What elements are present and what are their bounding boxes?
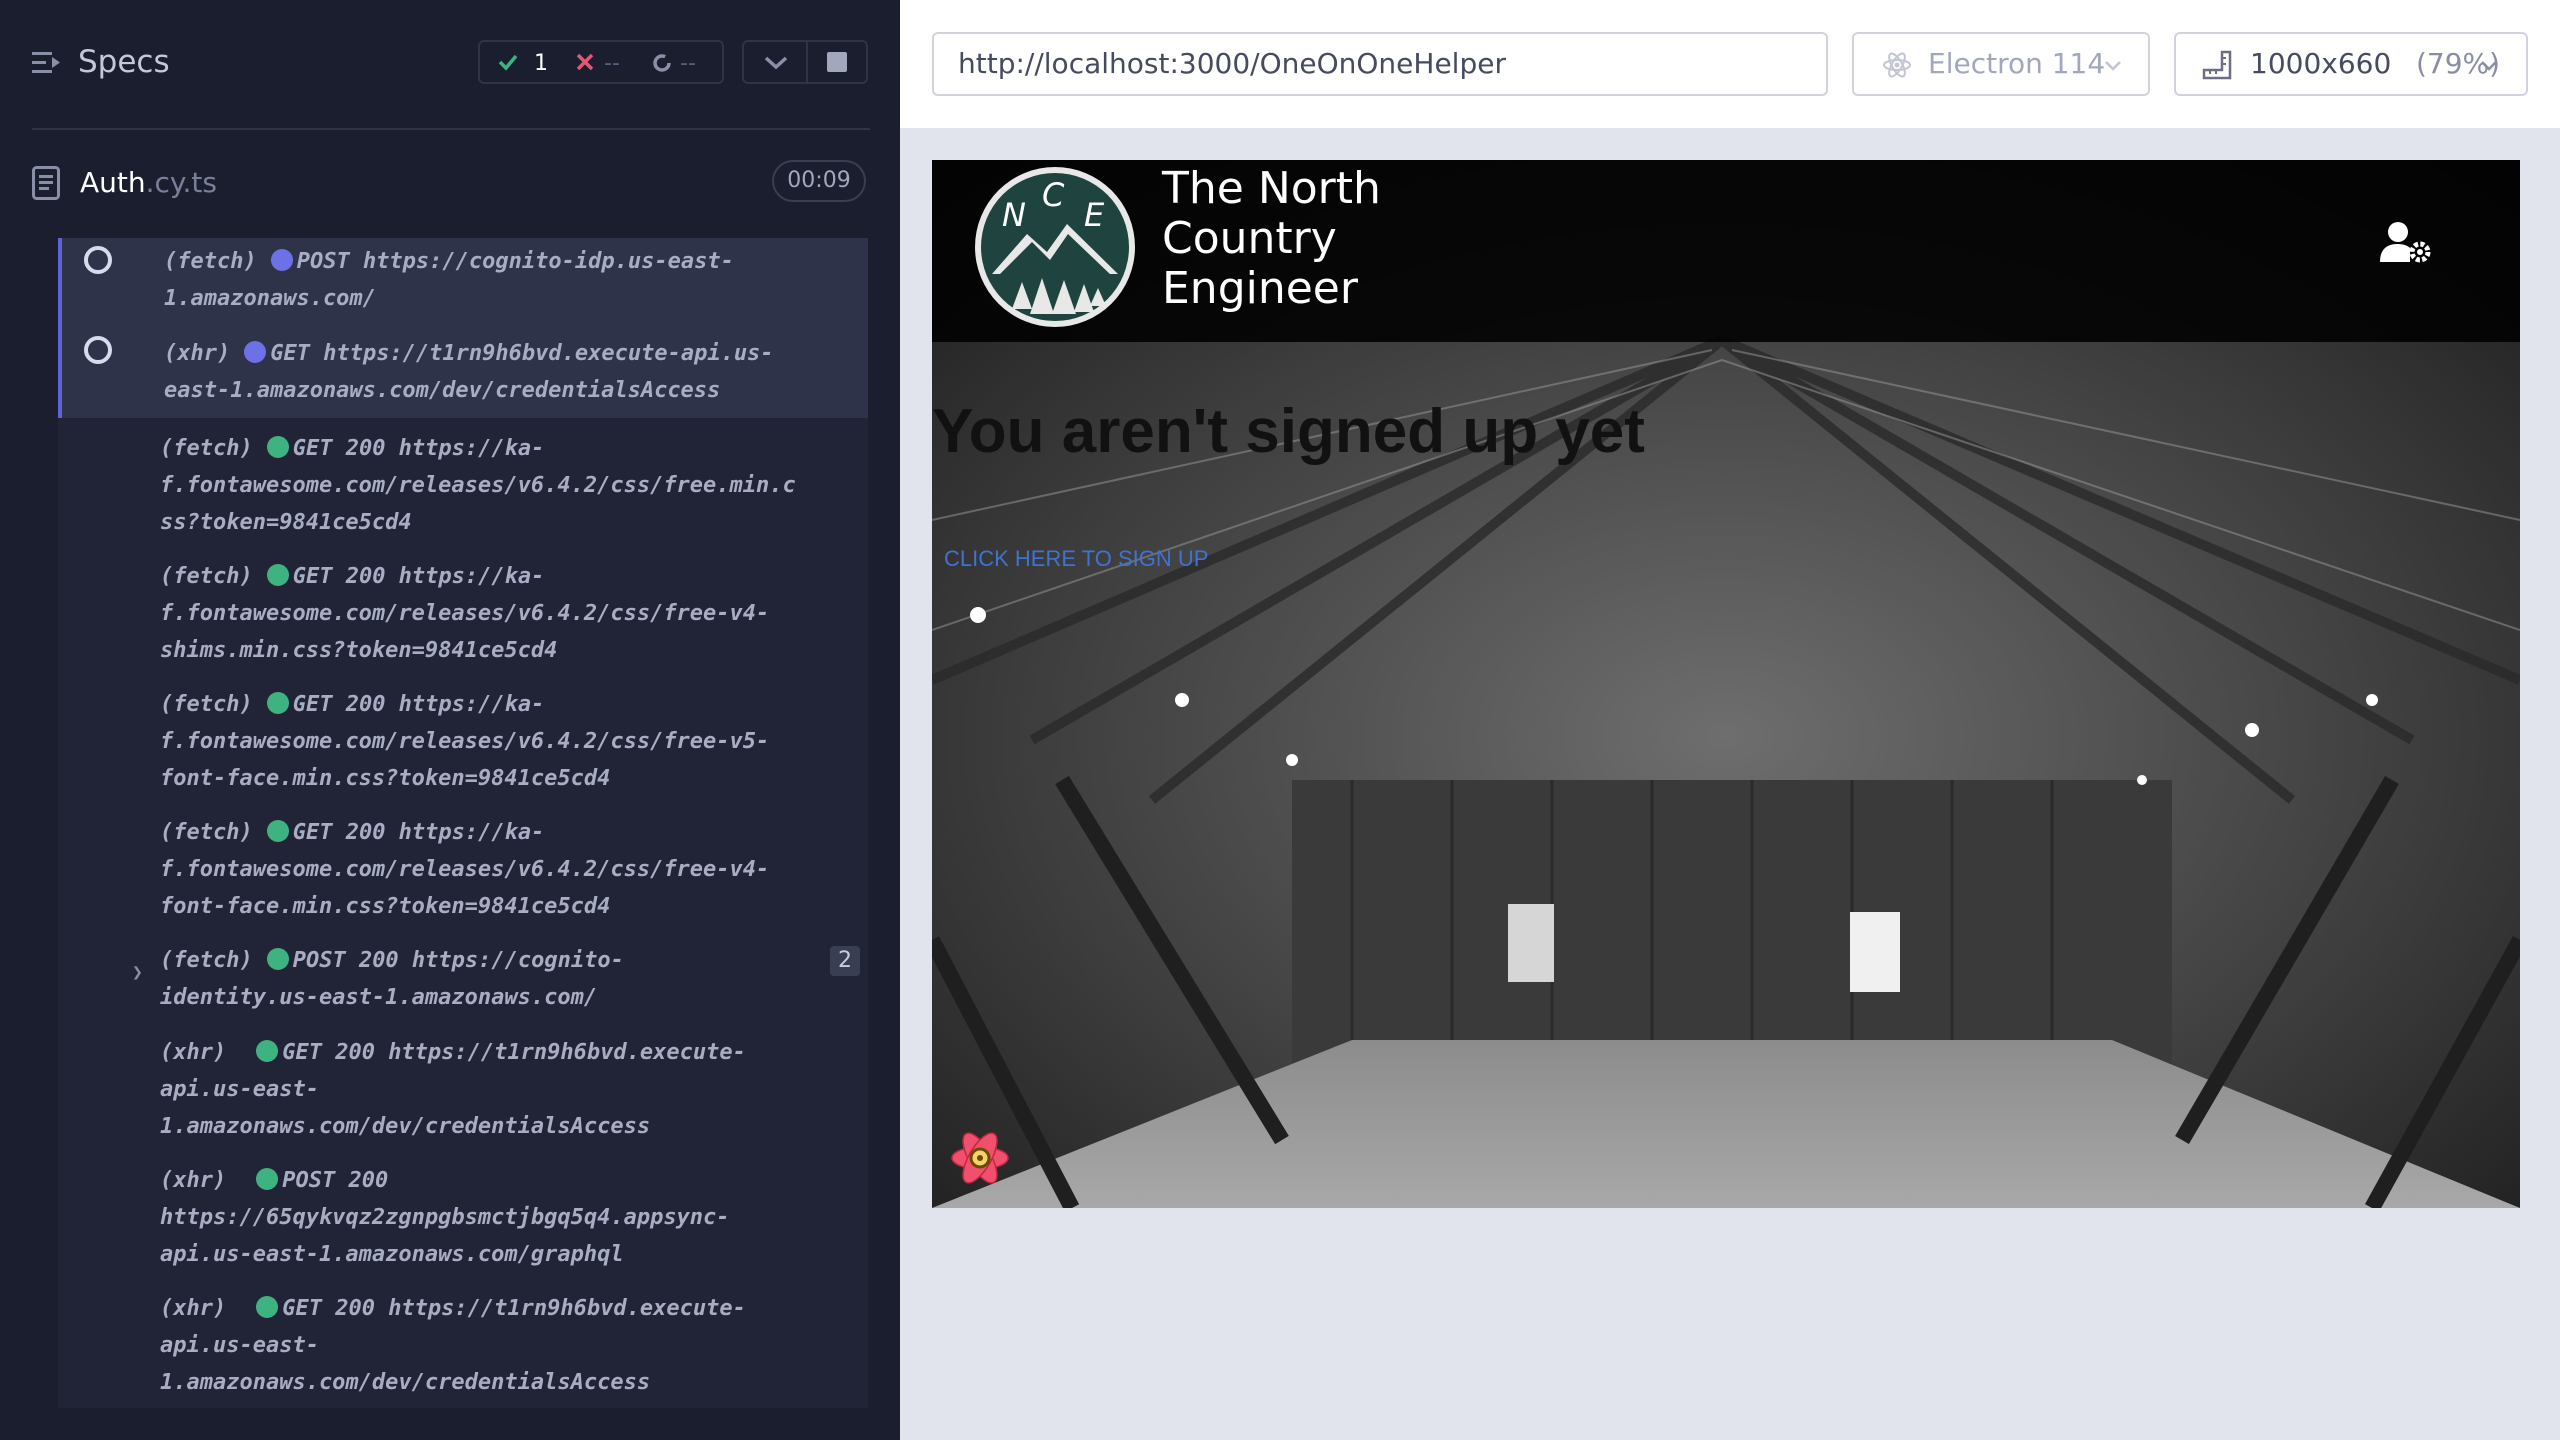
- x-icon: [576, 53, 594, 71]
- status-dot: [244, 341, 267, 363]
- status-dot: [256, 1296, 279, 1318]
- spec-duration: 00:09: [772, 160, 866, 202]
- logo-letter: C: [1042, 176, 1065, 214]
- command-row[interactable]: (xhr) GET 200 https://t1rn9h6bvd.execute-…: [58, 1034, 868, 1145]
- test-stats: 1 -- --: [478, 40, 724, 84]
- specs-title[interactable]: Specs: [78, 44, 170, 80]
- auto-scroll-button[interactable]: [742, 40, 808, 84]
- logo-letter: N: [1002, 196, 1026, 234]
- chevron-down-icon: [2481, 61, 2497, 71]
- chevron-down-icon: [2105, 61, 2121, 71]
- browser-name: Electron 114: [1928, 47, 2106, 80]
- specs-header: Specs 1 -- --: [0, 0, 900, 130]
- url-bar[interactable]: http://localhost:3000/OneOnOneHelper: [932, 32, 1828, 96]
- spinner-icon: [84, 336, 112, 364]
- ruler-icon: [2202, 50, 2232, 80]
- stop-button[interactable]: [806, 40, 868, 84]
- spec-file-name: Auth.cy.ts: [80, 166, 217, 199]
- react-icon[interactable]: [948, 1126, 1012, 1190]
- spec-row[interactable]: Auth.cy.ts 00:09: [0, 150, 900, 216]
- command-log: (fetch) POST https://cognito-idp.us-east-…: [58, 238, 868, 1408]
- status-dot: [266, 692, 289, 714]
- failed-count: --: [604, 51, 620, 76]
- site-header: N C E The North Country Engineer: [932, 160, 2520, 342]
- chevron-right-icon[interactable]: ❯: [132, 954, 143, 991]
- site-title: The North Country Engineer: [1162, 163, 1381, 314]
- status-dot: [270, 249, 293, 271]
- user-gear-icon[interactable]: [2380, 220, 2432, 264]
- pending-count: --: [680, 51, 696, 76]
- command-row[interactable]: (xhr) GET 200 https://t1rn9h6bvd.execute-…: [58, 1290, 868, 1401]
- page-heading: You aren't signed up yet: [932, 397, 1645, 466]
- status-dot: [266, 948, 289, 970]
- stop-icon: [827, 52, 847, 72]
- command-row[interactable]: (fetch) GET 200 https://ka- f.fontawesome…: [58, 686, 868, 797]
- command-row[interactable]: (fetch) POST https://cognito-idp.us-east-…: [58, 238, 868, 322]
- document-icon: [32, 166, 60, 200]
- check-icon: [498, 54, 518, 71]
- nce-logo[interactable]: N C E: [972, 164, 1138, 330]
- app-under-test: N C E The North Country Engineer You are…: [932, 160, 2520, 1208]
- pending-icon: [653, 54, 671, 72]
- status-dot: [256, 1168, 279, 1190]
- status-dot: [266, 820, 289, 842]
- request-count-badge: 2: [830, 946, 860, 976]
- command-row[interactable]: (xhr) POST 200 https://65qykvqz2zgnpgbsmc…: [58, 1162, 868, 1273]
- electron-icon: [1883, 52, 1911, 78]
- status-dot: [266, 436, 289, 458]
- command-row[interactable]: (fetch) GET 200 https://ka- f.fontawesome…: [58, 558, 868, 669]
- viewport-size: 1000x660: [2250, 47, 2392, 80]
- header-divider: [32, 128, 870, 130]
- chevron-down-icon: [764, 56, 788, 70]
- status-dot: [266, 564, 289, 586]
- list-collapse-icon[interactable]: [32, 50, 62, 76]
- passed-count: 1: [534, 51, 548, 76]
- spec-extension: .cy.ts: [145, 166, 217, 199]
- command-row[interactable]: (fetch) GET 200 https://ka- f.fontawesome…: [58, 814, 868, 925]
- browser-select[interactable]: Electron 114: [1852, 32, 2150, 96]
- spec-name: Auth: [80, 166, 146, 199]
- command-row[interactable]: ❯ (fetch) POST 200 https://cognito- ident…: [58, 942, 868, 1016]
- viewport-select[interactable]: 1000x660 (79%): [2174, 32, 2528, 96]
- command-row[interactable]: (fetch) GET 200 https://ka- f.fontawesome…: [58, 430, 868, 541]
- status-dot: [256, 1040, 279, 1062]
- reporter-panel: Specs 1 -- -- Auth.cy.ts 00:09 (fetch) P…: [0, 0, 900, 1440]
- logo-letter: E: [1084, 196, 1105, 234]
- command-row[interactable]: (xhr) GET https://t1rn9h6bvd.execute-api.…: [58, 322, 868, 418]
- signup-link[interactable]: CLICK HERE TO SIGN UP: [944, 546, 1208, 572]
- spinner-icon: [84, 246, 112, 274]
